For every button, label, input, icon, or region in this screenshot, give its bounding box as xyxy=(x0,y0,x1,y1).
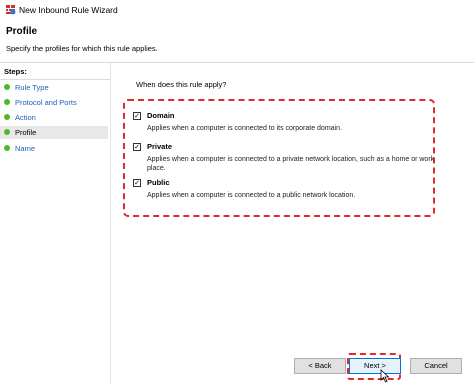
step-status-icon xyxy=(4,129,10,135)
step-label: Profile xyxy=(15,128,37,137)
firewall-rule-icon xyxy=(6,5,16,15)
steps-heading: Steps: xyxy=(4,67,27,76)
steps-divider xyxy=(0,79,110,80)
private-label[interactable]: Private xyxy=(147,142,172,151)
page-title: Profile xyxy=(6,26,38,37)
step-label: Name xyxy=(15,144,36,153)
step-status-icon xyxy=(4,84,10,90)
step-label: Rule Type xyxy=(15,83,49,92)
wizard-header: Profile Specify the profiles for which t… xyxy=(0,20,474,63)
step-label: Action xyxy=(15,113,36,122)
private-description: Applies when a computer is connected to … xyxy=(147,156,435,172)
public-checkbox[interactable]: ✓ xyxy=(133,179,141,187)
title-bar: New Inbound Rule Wizard xyxy=(0,0,474,20)
page-subtitle: Specify the profiles for which this rule… xyxy=(6,44,158,53)
step-protocol-and-ports[interactable]: Protocol and Ports xyxy=(0,96,108,109)
steps-panel: Steps: Rule Type Protocol and Ports Acti… xyxy=(0,63,111,384)
private-checkbox[interactable]: ✓ xyxy=(133,143,141,151)
step-status-icon xyxy=(4,99,10,105)
step-action[interactable]: Action xyxy=(0,111,108,124)
step-status-icon xyxy=(4,114,10,120)
step-status-icon xyxy=(4,145,10,151)
public-label[interactable]: Public xyxy=(147,178,170,187)
next-button[interactable]: Next > xyxy=(349,358,401,374)
cancel-button[interactable]: Cancel xyxy=(410,358,462,374)
domain-label[interactable]: Domain xyxy=(147,111,175,120)
step-label: Protocol and Ports xyxy=(15,98,77,107)
window-title: New Inbound Rule Wizard xyxy=(19,5,118,15)
rule-question: When does this rule apply? xyxy=(136,80,227,89)
public-description: Applies when a computer is connected to … xyxy=(147,192,356,199)
step-name[interactable]: Name xyxy=(0,142,108,155)
domain-checkbox[interactable]: ✓ xyxy=(133,112,141,120)
step-profile[interactable]: Profile xyxy=(0,126,108,139)
mouse-pointer-icon xyxy=(380,369,390,383)
domain-description: Applies when a computer is connected to … xyxy=(147,125,342,132)
step-rule-type[interactable]: Rule Type xyxy=(0,81,108,94)
back-button[interactable]: < Back xyxy=(294,358,346,374)
